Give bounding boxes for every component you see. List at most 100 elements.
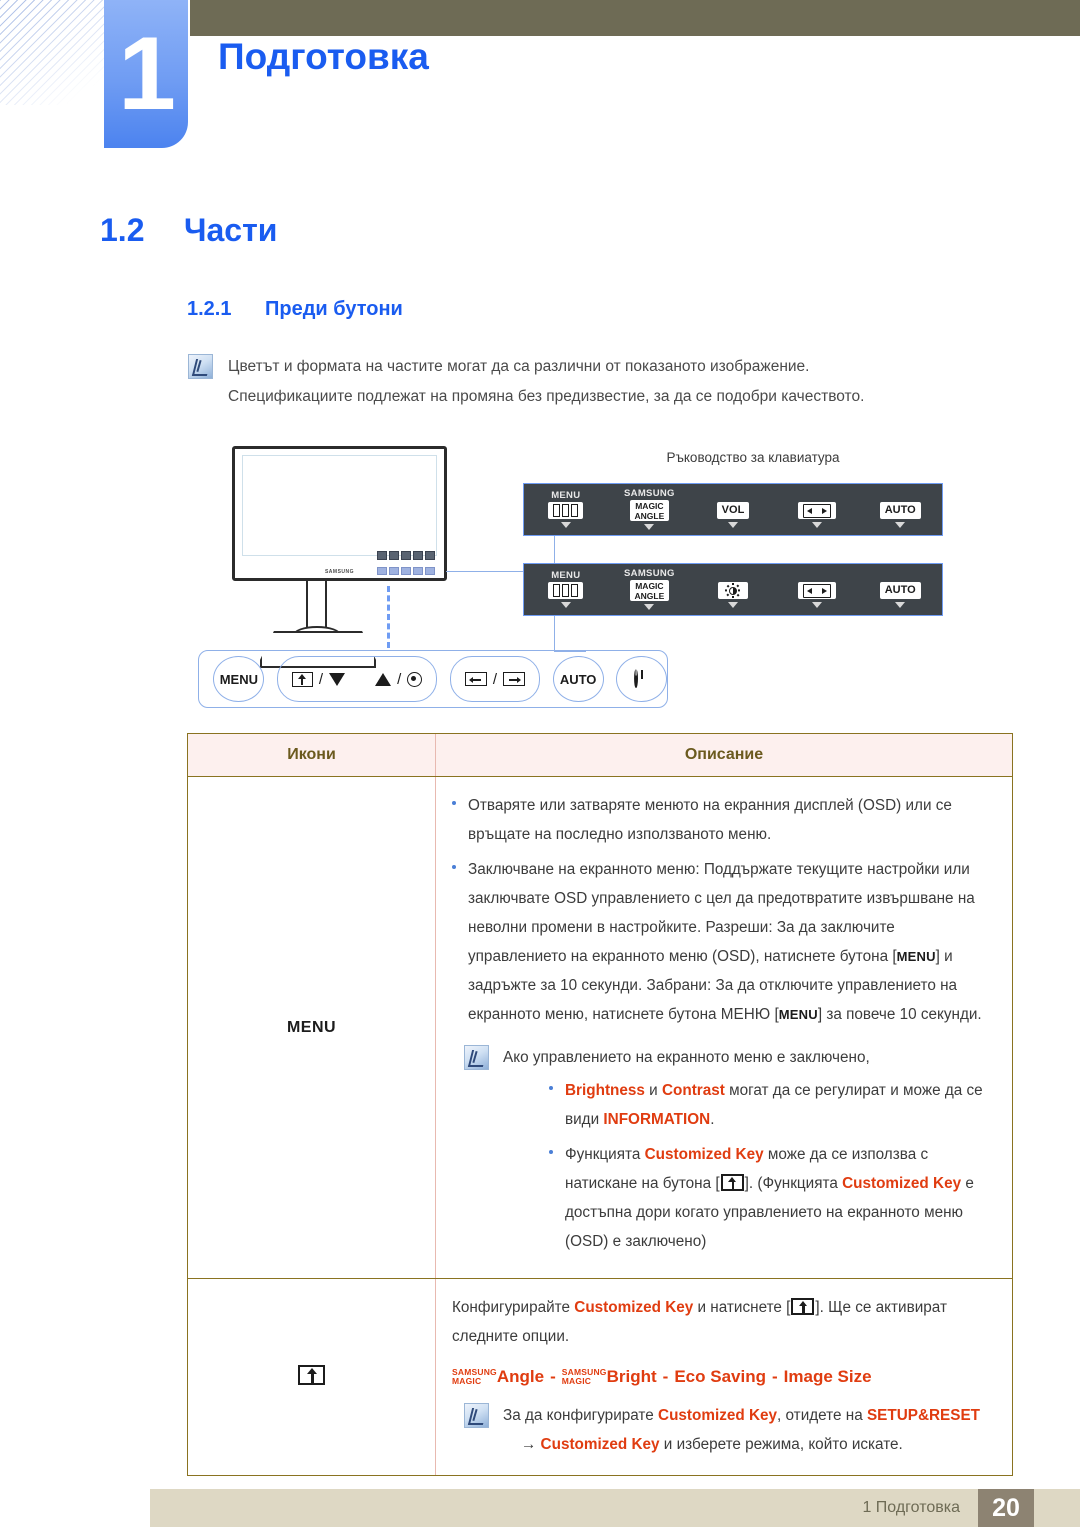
customized-key-icon [298,1364,325,1385]
magic2-bottom: MAGIC [561,1376,592,1386]
option-image-size: Image Size [783,1367,872,1386]
row1-bullet-2-text: Заключване на екранното меню: Поддържате… [468,855,990,1029]
kb1-vol-caption [732,491,735,501]
control-auto-button[interactable]: AUTO [552,656,604,702]
section-title: Части [184,212,278,248]
top-note: Цветът и формата на частите могат да са … [188,352,978,412]
kb1-key-auto[interactable]: AUTO [858,491,942,528]
kb2-key-auto[interactable]: AUTO [858,571,942,608]
row1-lock-part-3: за повече 10 секунди. [826,1006,982,1023]
kb2-key-brightness[interactable] [691,571,775,608]
keyboard-guide-panel-2: MENU SAMSUNG MAGIC ANGLE AUTO [523,563,943,616]
row1-note-and: и [649,1082,658,1099]
keyword-customized-key-2: Customized Key [842,1175,962,1192]
option-separator-2: - [662,1367,669,1386]
footer-page-number: 20 [978,1489,1034,1527]
kb2-brightness-arrow-icon [727,602,738,608]
kb2-key-menu[interactable]: MENU [524,571,608,608]
kb1-key-source[interactable] [775,491,859,528]
auto-text-box: AUTO [879,502,921,519]
subsection-number: 1.2.1 [187,298,232,320]
row2-note-a: За да конфигурирате [503,1407,654,1424]
kb1-magic-arrow-icon [644,524,655,530]
note-line-2: Спецификациите подлежат на промяна без п… [228,388,865,405]
customized-key-icon [720,1174,744,1191]
source-icon [797,582,836,599]
note-icon [464,1403,489,1428]
note-line-1: Цветът и формата на частите могат да са … [228,358,810,375]
kb2-magic-arrow-icon [644,604,655,610]
row1-note-b1end: . [710,1111,715,1128]
row2-options-line: SAMSUNG MAGIC Angle - SAMSUNG MAGIC Brig… [452,1367,990,1387]
kb1-vol-arrow-icon [727,522,738,528]
control-slash-1: / [318,670,324,688]
option-separator-1: - [550,1367,556,1386]
kb1-samsung-caption: SAMSUNG [624,488,675,499]
option-angle: Angle [496,1367,545,1386]
enter-dot-icon [407,671,423,687]
icons-description-table: Икони Описание MENU Отваряте или затваря… [187,733,1013,1476]
kb2-menu-arrow-icon [560,602,571,608]
row1-note-b2a: Функцията [565,1146,641,1163]
subsection-title: Преди бутони [265,298,403,320]
bullet-dot-icon [452,865,456,869]
kb1-source-arrow-icon [811,522,822,528]
row1-note-bullet-2: Функцията Customized Key може да се изпо… [549,1140,990,1256]
keyword-setup-reset: SETUP&RESET [866,1407,981,1424]
keyword-customized-key-3: Customized Key [574,1299,694,1316]
kb2-magic-text: MAGIC [635,580,664,591]
kb2-key-source[interactable] [775,571,859,608]
kb1-key-magic-angle[interactable]: SAMSUNG MAGIC ANGLE [608,489,692,530]
row2-line-1: Конфигурирайте Customized Key и натиснет… [452,1293,990,1351]
kb1-key-vol[interactable]: VOL [691,491,775,528]
keyword-information: INFORMATION [603,1111,711,1128]
control-power-button[interactable] [616,656,667,702]
control-customized-down-button[interactable]: / / [276,656,438,702]
monitor-brand-logo: SAMSUNG [324,569,355,575]
arrow-down-icon [329,672,346,686]
chapter-number: 1 [118,16,176,132]
keyword-customized-key-5: Customized Key [540,1436,660,1453]
kb1-angle-text: ANGLE [634,510,665,521]
row2-note-line-1: За да конфигурирате Customized Key, отид… [503,1401,990,1430]
note-icon [188,354,213,379]
footer-chapter-text: 1 Подготовка [862,1499,960,1516]
keyword-customized-key-1: Customized Key [644,1146,764,1163]
kb1-auto-arrow-icon [895,522,906,528]
col-header-description: Описание [435,734,1012,777]
row2-note-c: , отидете на [777,1407,863,1424]
magic-logo-2: SAMSUNG MAGIC [561,1367,607,1387]
keyword-customized-key-4: Customized Key [658,1407,778,1424]
kb2-auto-caption [899,571,902,581]
kb2-key-magic-angle[interactable]: SAMSUNG MAGIC ANGLE [608,569,692,610]
parts-figure: SAMSUNG Ръководство за клавиатура MENU S… [188,438,988,718]
row2-line1c: и натиснете [ [697,1299,791,1316]
leader-dashed-line [387,586,390,648]
row1-description-cell: Отваряте или затваряте менюто на екранни… [435,776,1012,1279]
row1-icon-cell: MENU [188,776,436,1279]
arrow-up-icon [375,672,392,686]
section-heading: 1.2 Части [100,212,277,249]
note-text: Цветът и формата на частите могат да са … [228,352,864,412]
control-menu-button[interactable]: MENU [213,656,265,702]
vol-text-box: VOL [716,502,750,519]
control-source-enter-button[interactable]: / [449,656,541,702]
control-slash-3: / [492,670,498,688]
kb2-auto-arrow-icon [895,602,906,608]
row2-description-cell: Конфигурирайте Customized Key и натиснет… [436,1279,1013,1476]
kb1-key-menu[interactable]: MENU [524,491,608,528]
bullet-dot-icon [549,1150,553,1154]
col-header-icons: Икони [188,734,436,777]
magic-logo-1: SAMSUNG MAGIC [452,1367,497,1387]
header-olive-bar [190,0,1080,36]
kb2-source-arrow-icon [811,602,822,608]
row1-note-bullet-2-text: Функцията Customized Key може да се изпо… [565,1140,990,1256]
kb1-menu-caption: MENU [551,490,581,501]
monitor-illustration: SAMSUNG [232,446,447,581]
keyboard-guide-panel-1: MENU SAMSUNG MAGIC ANGLE VOL AUTO [523,483,943,536]
magic1-bottom: MAGIC [452,1376,482,1386]
customized-key-icon [791,1298,815,1315]
kb1-magic-text: MAGIC [635,500,664,511]
row1-note-intro: Ако управлението на екранното меню е зак… [503,1049,870,1066]
monitor-button-row-light [377,567,435,575]
